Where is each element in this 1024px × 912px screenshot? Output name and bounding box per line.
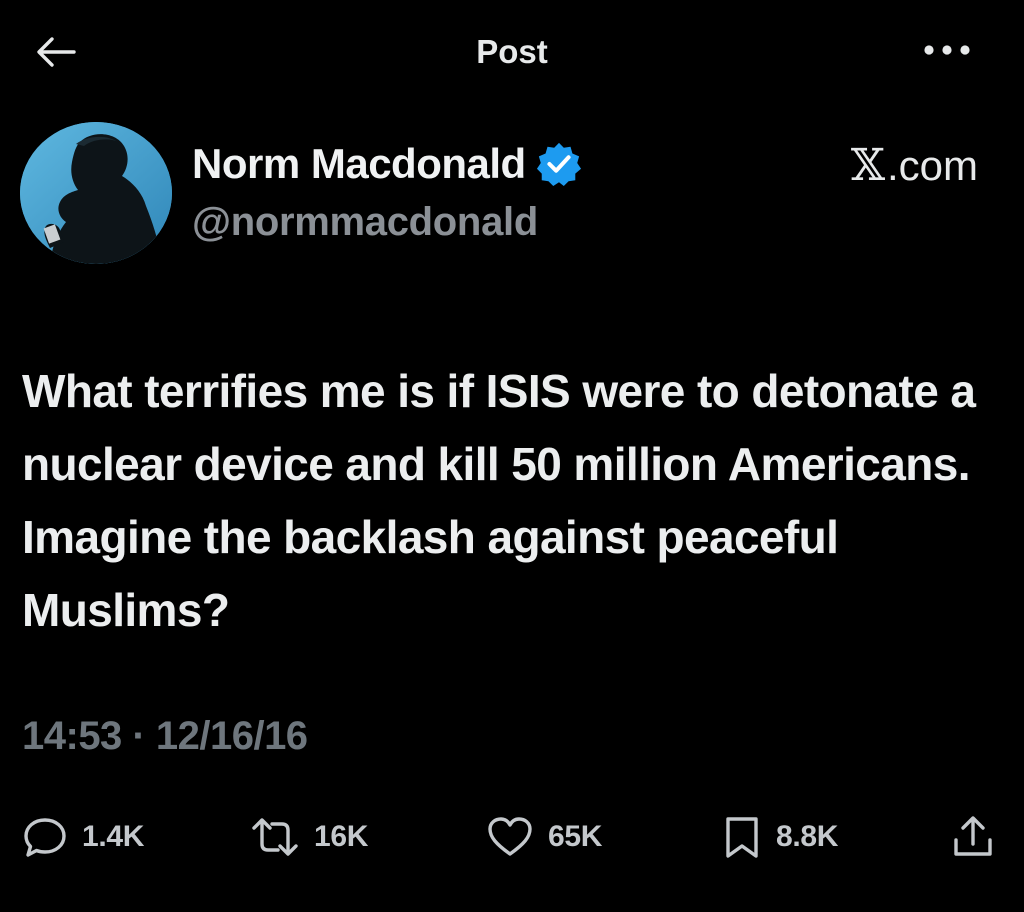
bookmark-count: 8.8K — [776, 820, 839, 853]
top-bar: Post — [0, 0, 1024, 104]
more-horizontal-icon — [924, 45, 970, 55]
like-count: 65K — [548, 820, 603, 853]
action-bar: 1.4K 16K 65K 8.8K — [0, 806, 1024, 868]
bookmark-icon — [726, 817, 758, 858]
repost-button[interactable]: 16K — [250, 806, 368, 868]
repost-icon — [252, 818, 298, 856]
x-logo: 𝕏 — [850, 140, 885, 191]
display-name[interactable]: Norm Macdonald — [192, 140, 526, 188]
like-button[interactable]: 65K — [486, 806, 602, 868]
heart-icon — [488, 817, 532, 856]
share-icon — [954, 816, 992, 856]
tweet-text: What terrifies me is if ISIS were to det… — [22, 365, 976, 636]
reply-icon — [24, 818, 66, 857]
author-name-row[interactable]: Norm Macdonald — [192, 138, 582, 190]
page-title: Post — [476, 33, 548, 70]
avatar-photo — [20, 122, 172, 264]
source-label: 𝕏 .com — [851, 140, 978, 191]
avatar[interactable] — [20, 122, 172, 264]
bookmark-button[interactable]: 8.8K — [722, 806, 838, 868]
share-button[interactable] — [950, 806, 996, 868]
repost-count: 16K — [314, 820, 369, 853]
reply-count: 1.4K — [82, 820, 145, 853]
verified-badge-icon — [536, 142, 581, 187]
more-options-button[interactable] — [916, 28, 978, 72]
reply-button[interactable]: 1.4K — [22, 806, 144, 868]
source-text: .com — [886, 141, 978, 189]
author-handle[interactable]: @normmacdonald — [192, 200, 538, 245]
tweet-timestamp[interactable]: 14:53 · 12/16/16 — [22, 714, 308, 759]
